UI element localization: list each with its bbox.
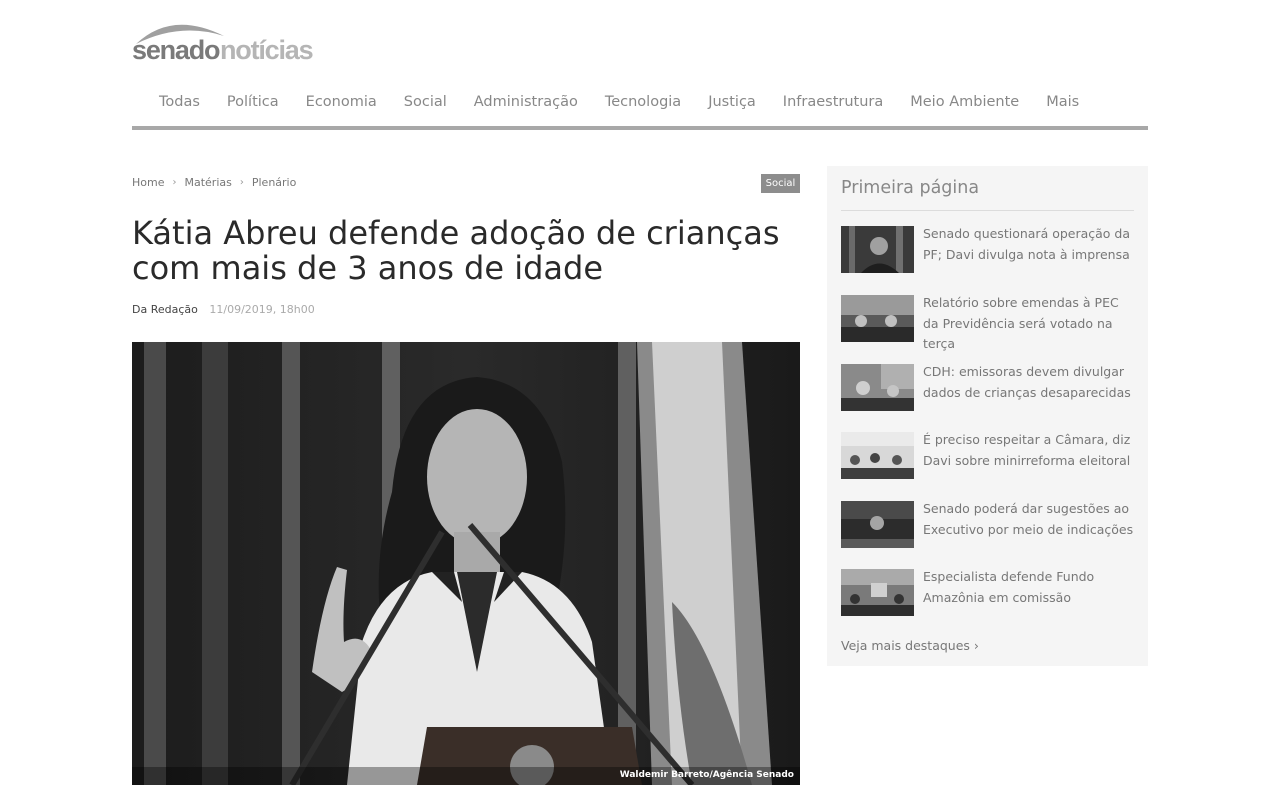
breadcrumb-separator: ›	[239, 177, 244, 188]
sidebar-news-item[interactable]: Senado poderá dar sugestões ao Executivo…	[841, 499, 1141, 549]
nav-item-mais[interactable]: Mais	[1046, 88, 1079, 116]
nav-item-economia[interactable]: Economia	[306, 88, 377, 116]
nav-item-meio-ambiente[interactable]: Meio Ambiente	[910, 88, 1019, 116]
sidebar-news-item[interactable]: Senado questionará operação da PF; Davi …	[841, 224, 1141, 274]
news-headline[interactable]: Senado poderá dar sugestões ao Executivo…	[923, 499, 1138, 540]
senado-noticias-logo[interactable]: senado notícias	[132, 14, 332, 64]
news-thumbnail[interactable]	[841, 569, 914, 616]
news-headline[interactable]: Relatório sobre emendas à PEC da Previdê…	[923, 293, 1138, 355]
sidebar-news-item[interactable]: Especialista defende Fundo Amazônia em c…	[841, 567, 1141, 617]
article-date: 11/09/2019, 18h00	[209, 303, 315, 316]
sidebar-divider	[841, 210, 1134, 211]
nav-divider	[132, 126, 1148, 130]
news-headline[interactable]: CDH: emissoras devem divulgar dados de c…	[923, 362, 1138, 403]
sidebar-news-item[interactable]: CDH: emissoras devem divulgar dados de c…	[841, 362, 1141, 412]
article-photo: Waldemir Barreto/Agência Senado	[132, 342, 800, 785]
nav-item-administracao[interactable]: Administração	[474, 88, 578, 116]
news-headline[interactable]: É preciso respeitar a Câmara, diz Davi s…	[923, 430, 1138, 471]
article-photo-image	[132, 342, 800, 785]
nav-item-social[interactable]: Social	[404, 88, 447, 116]
sidebar-news-item[interactable]: É preciso respeitar a Câmara, diz Davi s…	[841, 430, 1141, 480]
category-tag-badge[interactable]: Social	[761, 174, 800, 193]
news-thumbnail[interactable]	[841, 226, 914, 273]
breadcrumb-materias[interactable]: Matérias	[184, 176, 231, 189]
breadcrumb: Home › Matérias › Plenário	[132, 176, 296, 189]
senado-logo-icon: senado notícias	[132, 24, 314, 64]
news-headline[interactable]: Senado questionará operação da PF; Davi …	[923, 224, 1138, 265]
sidebar-title: Primeira página	[841, 178, 980, 198]
svg-text:senado: senado	[132, 35, 220, 64]
article-byline: Da Redação 11/09/2019, 18h00	[132, 303, 315, 316]
breadcrumb-plenario[interactable]: Plenário	[252, 176, 296, 189]
sidebar-primeira-pagina: Primeira página Senado questionará opera…	[827, 166, 1148, 666]
photo-credit: Waldemir Barreto/Agência Senado	[619, 770, 794, 780]
nav-item-justica[interactable]: Justiça	[708, 88, 756, 116]
sidebar-news-item[interactable]: Relatório sobre emendas à PEC da Previdê…	[841, 293, 1141, 351]
news-thumbnail[interactable]	[841, 364, 914, 411]
nav-item-tecnologia[interactable]: Tecnologia	[605, 88, 681, 116]
main-nav: Todas Política Economia Social Administr…	[132, 88, 1148, 116]
nav-item-politica[interactable]: Política	[227, 88, 279, 116]
svg-text:notícias: notícias	[220, 35, 313, 64]
news-thumbnail[interactable]	[841, 432, 914, 479]
breadcrumb-separator: ›	[172, 177, 177, 188]
see-more-highlights-link[interactable]: Veja mais destaques ›	[841, 638, 979, 653]
breadcrumb-home[interactable]: Home	[132, 176, 164, 189]
nav-item-todas[interactable]: Todas	[159, 88, 200, 116]
nav-item-infraestrutura[interactable]: Infraestrutura	[783, 88, 883, 116]
article-author: Da Redação	[132, 303, 198, 316]
article-title: Kátia Abreu defende adoção de crianças c…	[132, 214, 780, 287]
news-thumbnail[interactable]	[841, 501, 914, 548]
news-headline[interactable]: Especialista defende Fundo Amazônia em c…	[923, 567, 1138, 608]
news-thumbnail[interactable]	[841, 295, 914, 342]
